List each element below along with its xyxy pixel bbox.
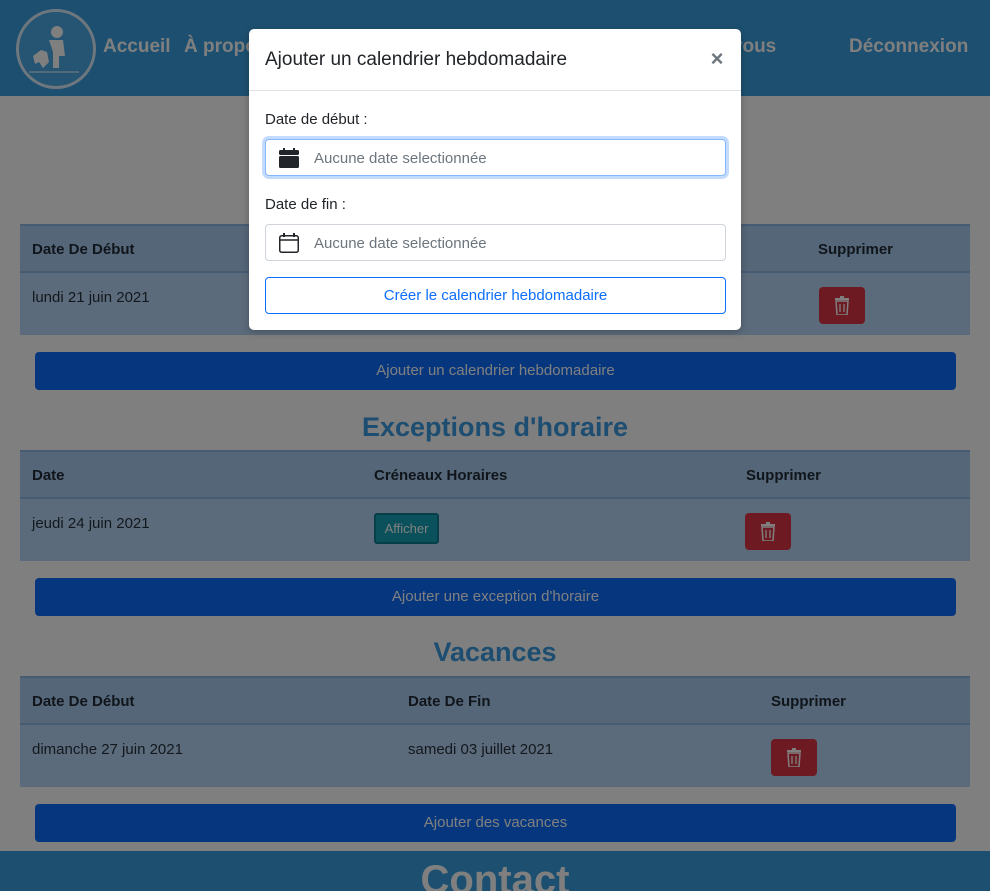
- modal-header: Ajouter un calendrier hebdomadaire ×: [249, 29, 741, 91]
- modal-title: Ajouter un calendrier hebdomadaire: [265, 49, 568, 70]
- calendar-filled-icon: [279, 148, 299, 168]
- add-weekly-calendar-modal: Ajouter un calendrier hebdomadaire × Dat…: [249, 29, 741, 330]
- end-date-input[interactable]: Aucune date selectionnée: [265, 224, 726, 261]
- end-date-label: Date de fin :: [265, 196, 346, 213]
- create-weekly-calendar-button[interactable]: Créer le calendrier hebdomadaire: [265, 277, 726, 314]
- calendar-outline-icon: [279, 233, 299, 253]
- start-date-input[interactable]: Aucune date selectionnée: [265, 139, 726, 176]
- close-icon[interactable]: ×: [707, 48, 727, 70]
- end-date-placeholder: Aucune date selectionnée: [314, 235, 487, 252]
- start-date-placeholder: Aucune date selectionnée: [314, 150, 487, 167]
- start-date-label: Date de début :: [265, 111, 368, 128]
